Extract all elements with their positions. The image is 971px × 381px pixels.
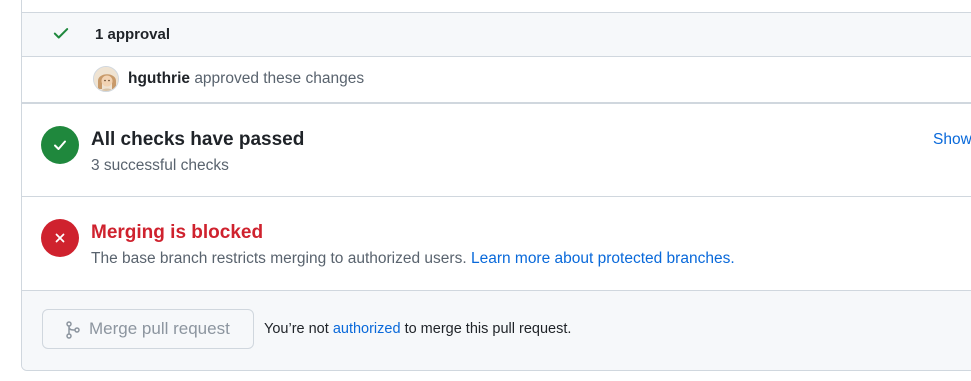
reviewer-line: hguthrie approved these changes — [128, 70, 364, 88]
check-icon — [53, 28, 69, 39]
protected-branches-link[interactable]: Learn more about protected branches. — [471, 250, 735, 267]
checks-status-row: All checks have passed 3 successful chec… — [22, 103, 971, 197]
avatar[interactable] — [93, 66, 119, 92]
merge-note: You’re not authorized to merge this pull… — [264, 321, 571, 337]
merge-note-suffix: to merge this pull request. — [404, 321, 572, 337]
checks-title: All checks have passed — [91, 129, 305, 150]
approval-count: 1 approval — [95, 26, 171, 43]
checks-subtitle: 3 successful checks — [91, 157, 229, 174]
reviewer-name[interactable]: hguthrie — [128, 70, 190, 87]
approval-summary-row[interactable]: 1 approval — [22, 12, 971, 57]
blocked-description: The base branch restricts merging to aut… — [91, 250, 735, 268]
authorized-link[interactable]: authorized — [333, 321, 401, 337]
reviewer-row: hguthrie approved these changes — [22, 57, 971, 103]
show-all-checks-link[interactable]: Show all checks — [933, 131, 971, 149]
merge-note-prefix: You’re not — [264, 321, 329, 337]
merge-blocked-row: Merging is blocked The base branch restr… — [22, 197, 971, 291]
merge-button-label: Merge pull request — [89, 319, 230, 338]
merge-box-panel: 1 approval hguthrie approved these chang… — [21, 0, 971, 371]
merge-pull-request-button[interactable]: Merge pull request — [42, 309, 254, 349]
blocked-description-text: The base branch restricts merging to aut… — [91, 250, 467, 267]
x-circle-icon — [41, 219, 79, 257]
reviewer-action: approved these changes — [194, 70, 365, 87]
git-merge-icon — [66, 321, 80, 339]
merge-action-row: Merge pull request You’re not authorized… — [22, 291, 971, 370]
blocked-title: Merging is blocked — [91, 222, 264, 243]
check-circle-icon — [41, 126, 79, 164]
